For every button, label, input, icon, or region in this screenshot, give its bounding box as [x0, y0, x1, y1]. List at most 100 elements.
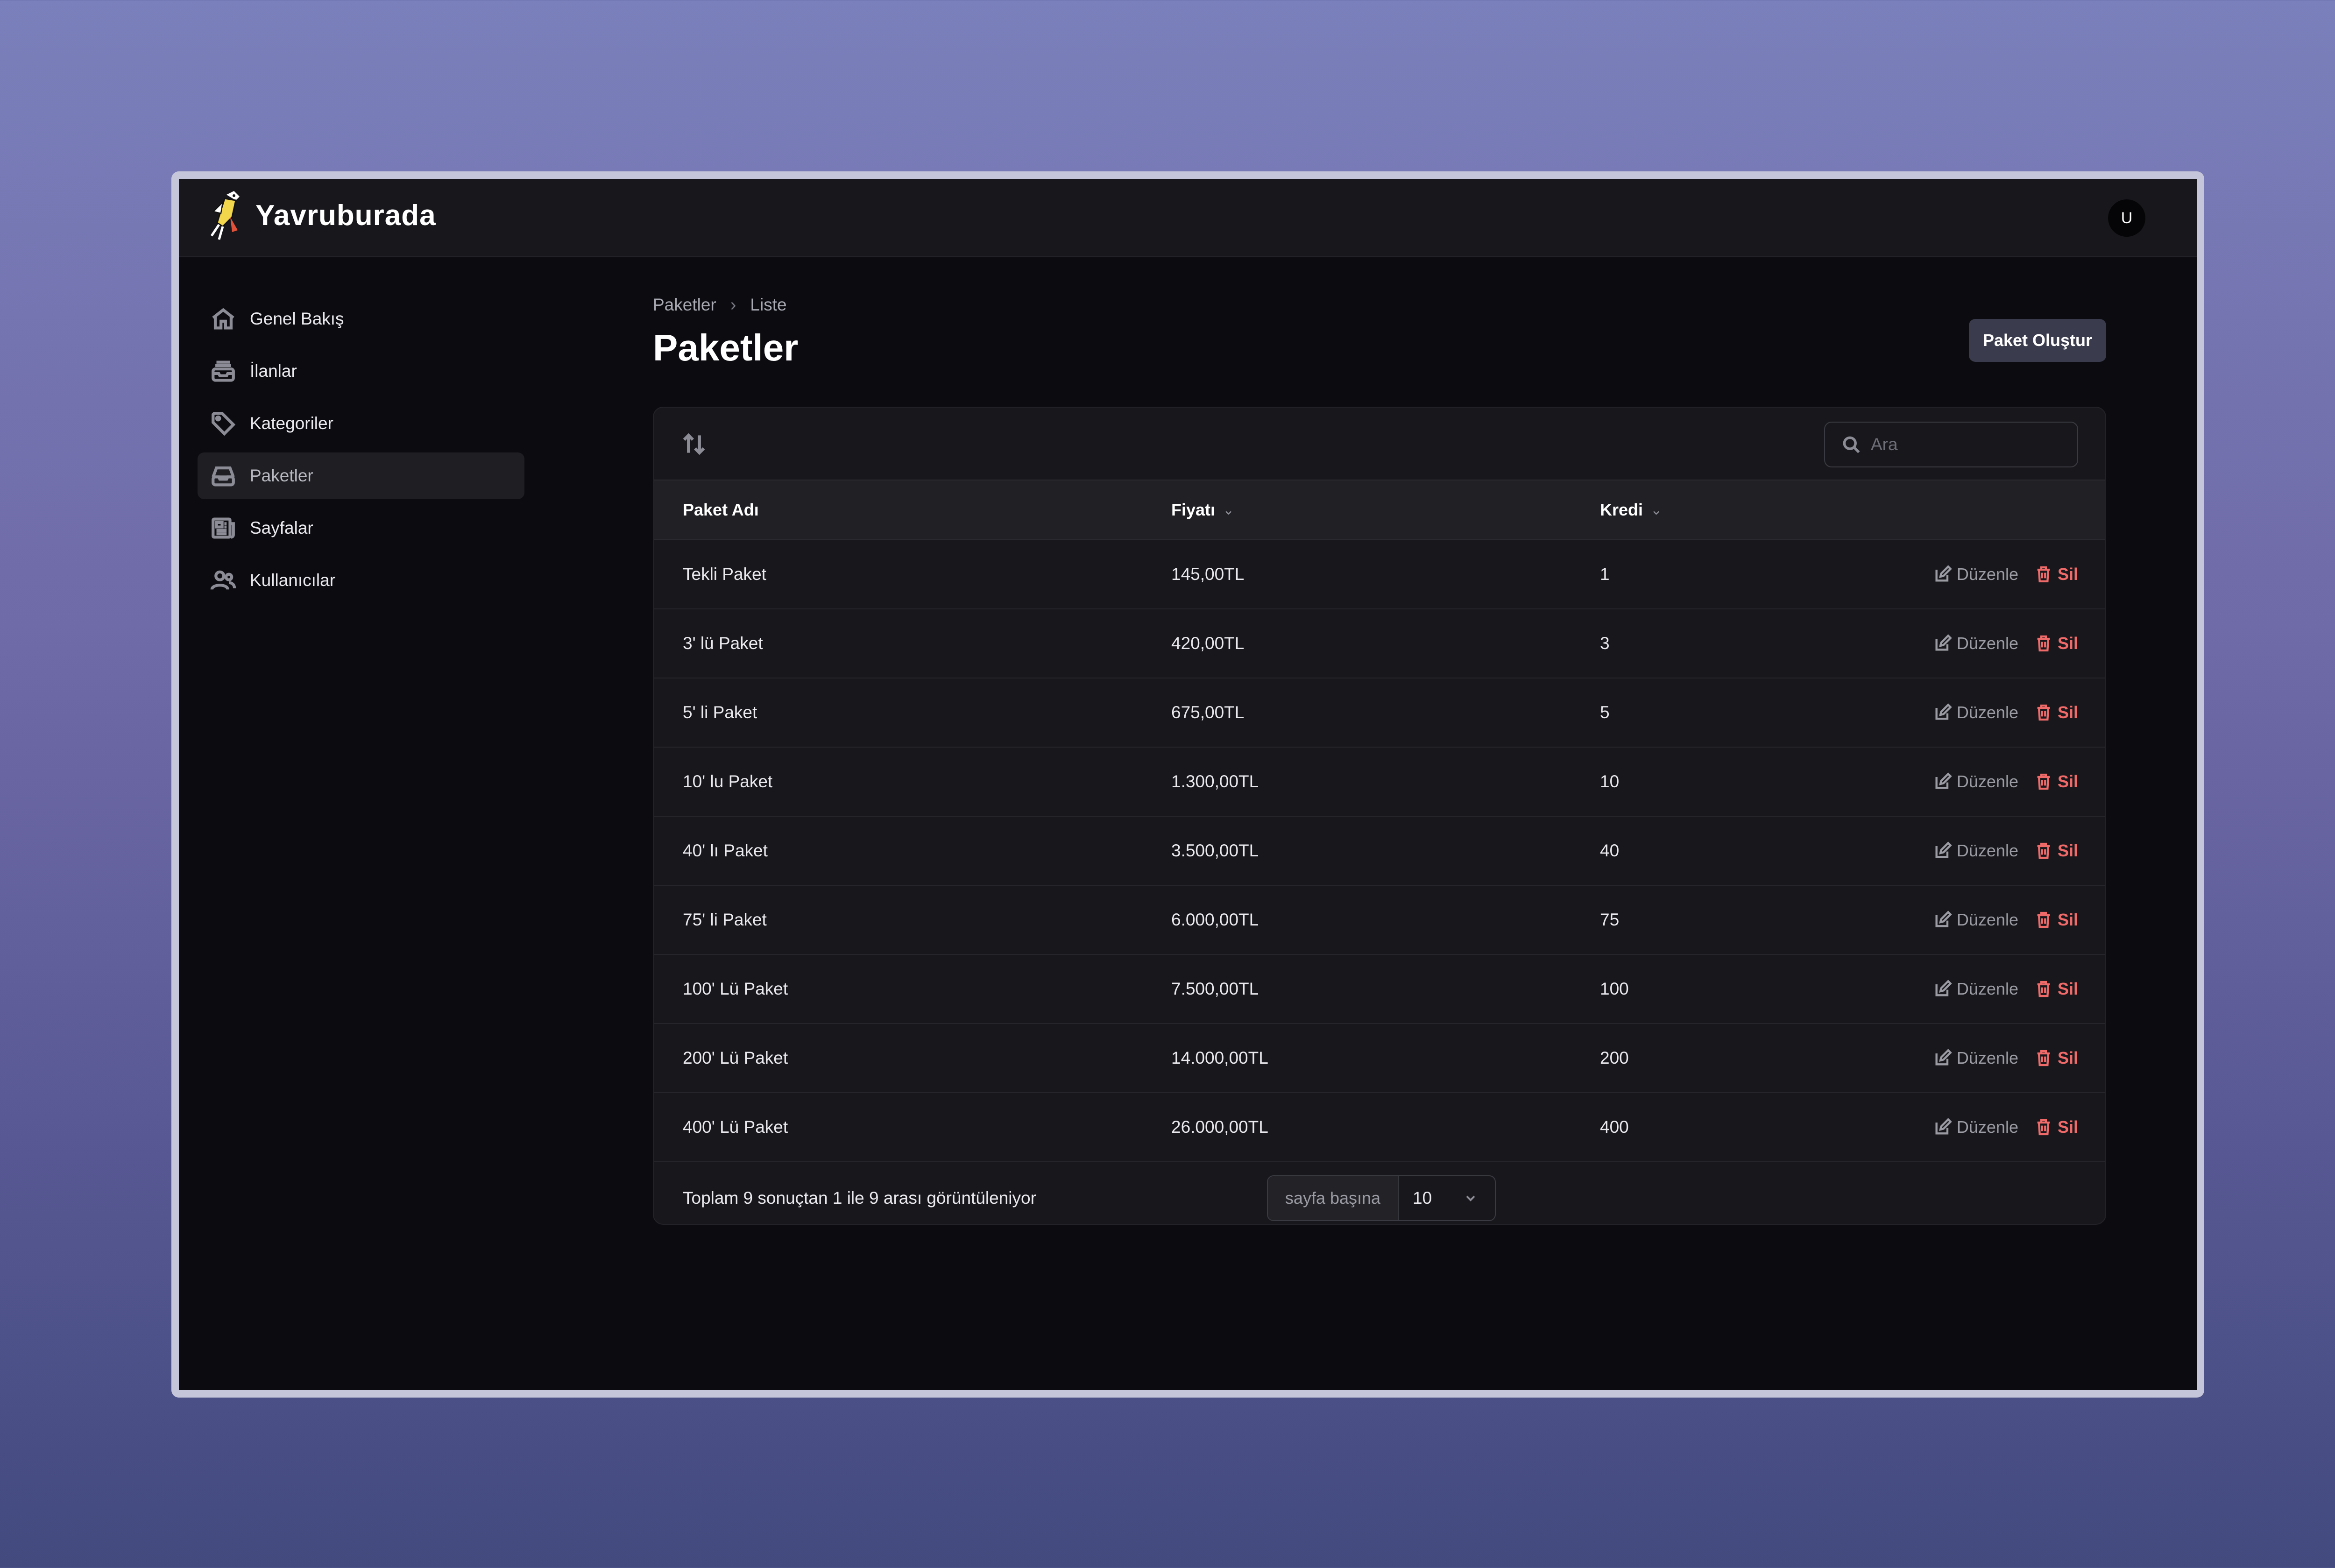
breadcrumb-parent[interactable]: Paketler [653, 295, 716, 315]
sidebar: Genel Bakış İlanlar Kategoriler Paketler… [198, 296, 524, 609]
app-window: Yavruburada U Genel Bakış İlanlar Katego… [179, 179, 2197, 1390]
sidebar-item-kategoriler[interactable]: Kategoriler [198, 400, 524, 447]
package-credit-cell: 75 [1600, 910, 1620, 929]
sidebar-item-label: Genel Bakış [250, 309, 344, 328]
package-credit-cell: 40 [1600, 841, 1620, 860]
pencil-square-icon [1935, 565, 1952, 582]
column-header-price[interactable]: Fiyatı ⌄ [1171, 480, 1234, 539]
page-title: Paketler [653, 327, 799, 368]
table-row: Tekli Paket 145,00TL 1 Düzenle Sil [654, 540, 2105, 609]
package-credit-cell: 5 [1600, 703, 1610, 722]
package-name-cell: 3' lü Paket [683, 634, 763, 653]
table-row: 5' li Paket 675,00TL 5 Düzenle Sil [654, 678, 2105, 748]
package-credit-cell: 3 [1600, 634, 1610, 653]
row-actions: Düzenle Sil [1933, 678, 2078, 747]
chevron-down-icon: ⌄ [1223, 502, 1235, 518]
edit-button[interactable]: Düzenle [1933, 1117, 2018, 1137]
table-row: 75' li Paket 6.000,00TL 75 Düzenle Sil [654, 886, 2105, 955]
delete-button[interactable]: Sil [2034, 979, 2078, 999]
delete-button[interactable]: Sil [2034, 841, 2078, 861]
home-icon [212, 308, 234, 330]
user-avatar[interactable]: U [2108, 199, 2145, 237]
delete-button[interactable]: Sil [2034, 1048, 2078, 1068]
sidebar-item-genel-bakis[interactable]: Genel Bakış [198, 296, 524, 342]
edit-button[interactable]: Düzenle [1933, 979, 2018, 999]
sidebar-item-ilanlar[interactable]: İlanlar [198, 348, 524, 395]
pencil-square-icon [1935, 911, 1952, 927]
edit-button[interactable]: Düzenle [1933, 772, 2018, 791]
search-input[interactable] [1870, 434, 2068, 455]
pencil-square-icon [1935, 1118, 1952, 1135]
top-bar: Yavruburada U [179, 179, 2197, 257]
table-header: Paket Adı Fiyatı ⌄ Kredi ⌄ [654, 480, 2105, 540]
package-price-cell: 26.000,00TL [1171, 1117, 1268, 1137]
trash-icon [2037, 981, 2050, 997]
pencil-square-icon [1935, 841, 1952, 858]
sidebar-item-paketler[interactable]: Paketler [198, 452, 524, 499]
sort-toggle[interactable] [681, 431, 707, 457]
delete-button[interactable]: Sil [2034, 703, 2078, 722]
package-name-cell: 40' lı Paket [683, 841, 768, 860]
chevron-right-icon: › [730, 295, 736, 315]
row-actions: Düzenle Sil [1933, 817, 2078, 885]
trash-icon [2037, 1119, 2050, 1136]
edit-button[interactable]: Düzenle [1933, 703, 2018, 722]
package-credit-cell: 100 [1600, 979, 1629, 998]
chevron-down-icon [1466, 1195, 1475, 1201]
package-price-cell: 675,00TL [1171, 703, 1245, 722]
delete-button[interactable]: Sil [2034, 634, 2078, 653]
trash-icon [2037, 704, 2050, 721]
edit-button[interactable]: Düzenle [1933, 910, 2018, 930]
package-price-cell: 1.300,00TL [1171, 772, 1259, 791]
edit-button[interactable]: Düzenle [1933, 565, 2018, 584]
per-page-select[interactable]: 10 [1399, 1176, 1495, 1220]
results-summary: Toplam 9 sonuçtan 1 ile 9 arası görüntül… [683, 1188, 1036, 1208]
package-name-cell: Tekli Paket [683, 565, 766, 584]
main-content: Paketler › Liste Paketler Paket Oluştur [653, 291, 2106, 1225]
pencil-square-icon [1935, 772, 1952, 789]
table-row: 400' Lü Paket 26.000,00TL 400 Düzenle Si… [654, 1093, 2105, 1162]
row-actions: Düzenle Sil [1933, 609, 2078, 678]
table-row: 10' lu Paket 1.300,00TL 10 Düzenle Sil [654, 748, 2105, 817]
edit-button[interactable]: Düzenle [1933, 841, 2018, 861]
delete-button[interactable]: Sil [2034, 1117, 2078, 1137]
packages-table-panel: Paket Adı Fiyatı⌄ Kredi⌄ Tekli Paket 145… [653, 407, 2106, 1225]
app-frame: Yavruburada U Genel Bakış İlanlar Katego… [171, 171, 2204, 1398]
table-footer: Toplam 9 sonuçtan 1 ile 9 arası görüntül… [654, 1162, 2105, 1224]
package-name-cell: 10' lu Paket [683, 772, 773, 791]
row-actions: Düzenle Sil [1933, 1093, 2078, 1161]
delete-button[interactable]: Sil [2034, 772, 2078, 791]
package-credit-cell: 10 [1600, 772, 1620, 791]
newspaper-icon [212, 517, 235, 539]
sidebar-item-sayfalar[interactable]: Sayfalar [198, 505, 524, 551]
package-credit-cell: 400 [1600, 1117, 1629, 1137]
delete-button[interactable]: Sil [2034, 910, 2078, 930]
tag-icon [212, 412, 236, 436]
brand-logo[interactable]: Yavruburada [206, 189, 436, 241]
create-package-button[interactable]: Paket Oluştur [1969, 319, 2106, 362]
sidebar-item-kullanicilar[interactable]: Kullanıcılar [198, 557, 524, 604]
row-actions: Düzenle Sil [1933, 955, 2078, 1023]
table-body: Tekli Paket 145,00TL 1 Düzenle Sil 3' lü… [654, 540, 2105, 1162]
sidebar-item-label: Paketler [250, 466, 313, 485]
brand-name: Yavruburada [255, 199, 436, 232]
edit-button[interactable]: Düzenle [1933, 1048, 2018, 1068]
package-credit-cell: 1 [1600, 565, 1610, 584]
column-header-credit[interactable]: Kredi ⌄ [1600, 480, 1662, 539]
package-name-cell: 75' li Paket [683, 910, 767, 929]
row-actions: Düzenle Sil [1933, 1024, 2078, 1092]
table-row: 200' Lü Paket 14.000,00TL 200 Düzenle Si… [654, 1024, 2105, 1093]
row-actions: Düzenle Sil [1933, 748, 2078, 816]
package-price-cell: 6.000,00TL [1171, 910, 1259, 929]
pencil-square-icon [1935, 980, 1952, 996]
delete-button[interactable]: Sil [2034, 565, 2078, 584]
trash-icon [2037, 842, 2050, 859]
trash-icon [2037, 773, 2050, 790]
bird-logo-icon [210, 191, 240, 240]
package-name-cell: 200' Lü Paket [683, 1048, 788, 1067]
edit-button[interactable]: Düzenle [1933, 634, 2018, 653]
inbox-stack-icon [212, 360, 235, 382]
table-toolbar [654, 408, 2105, 480]
arrows-up-down-icon [683, 433, 705, 455]
package-credit-cell: 200 [1600, 1048, 1629, 1067]
